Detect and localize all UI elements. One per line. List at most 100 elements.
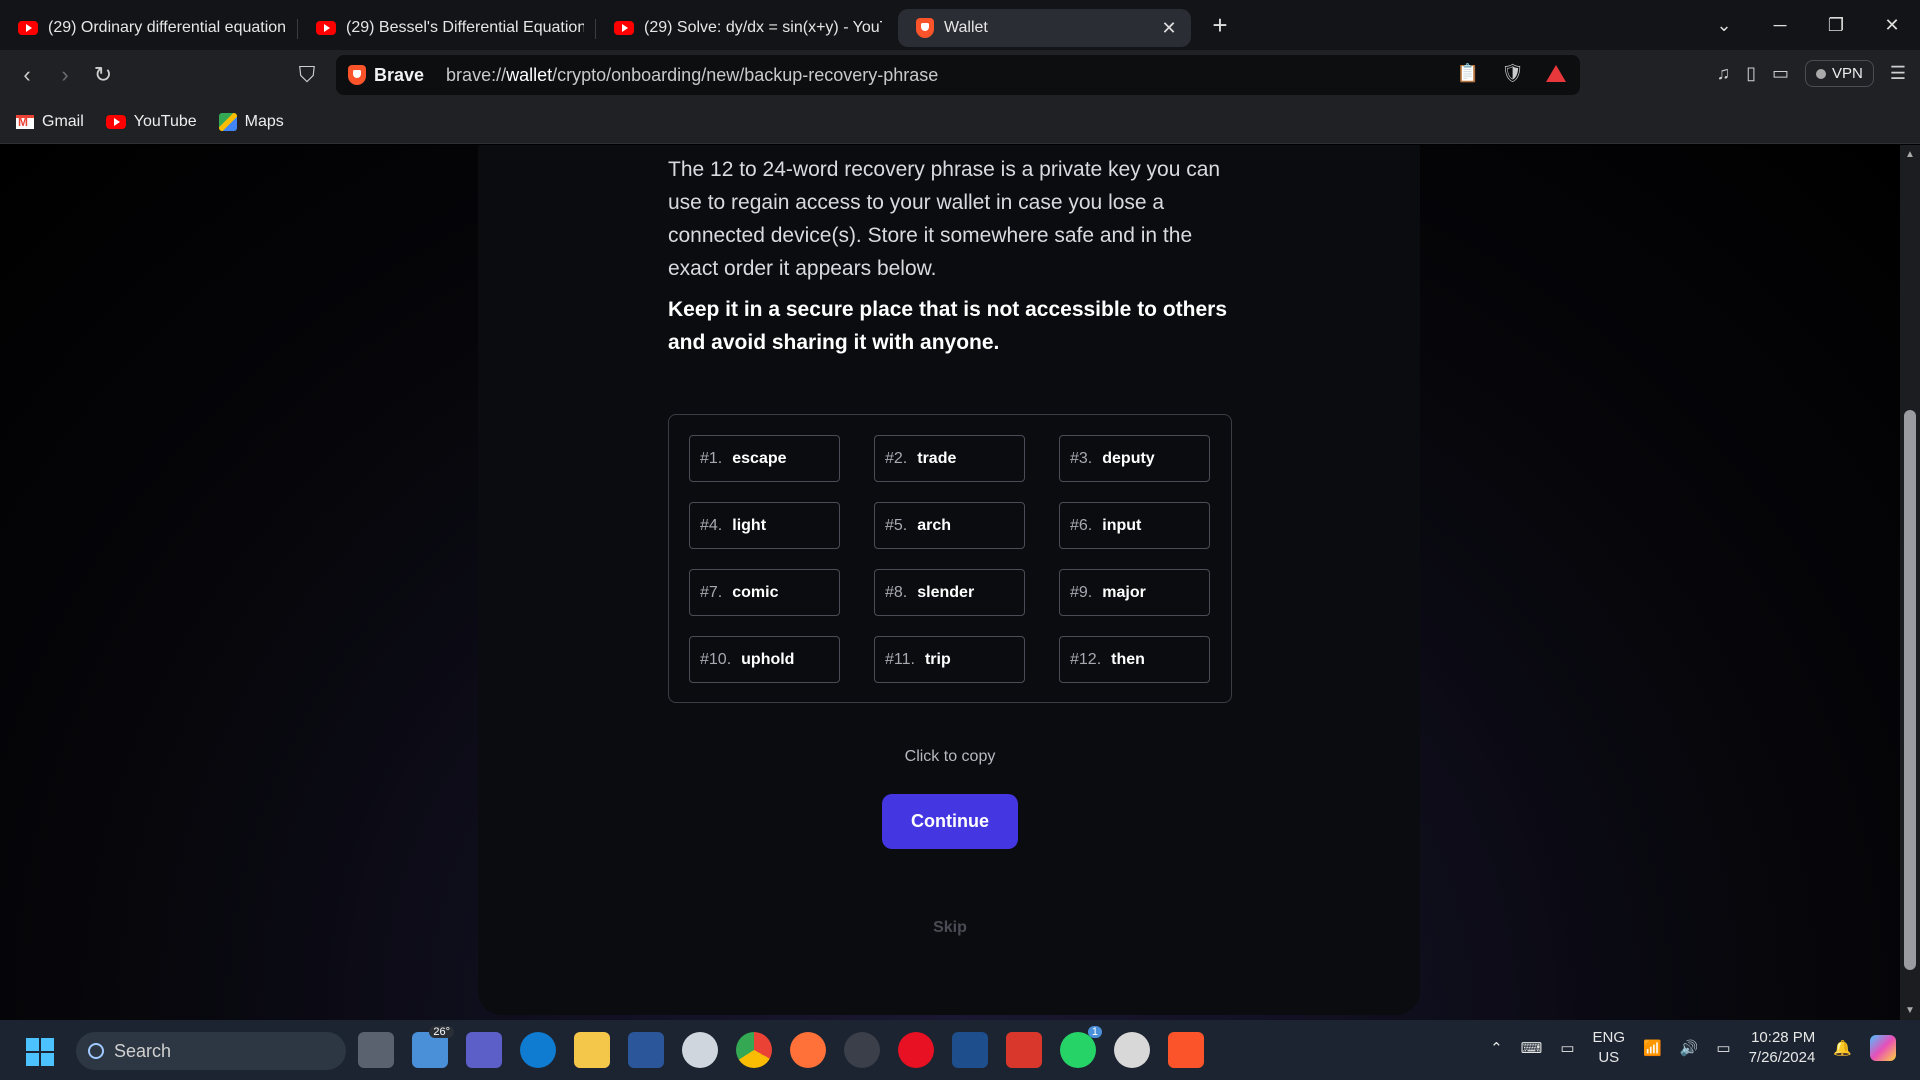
phrase-word: #10. uphold — [689, 636, 840, 683]
continue-button[interactable]: Continue — [882, 794, 1018, 849]
url-text[interactable]: brave://wallet/crypto/onboarding/new/bac… — [446, 65, 938, 86]
copilot-icon[interactable] — [1870, 1035, 1896, 1061]
tab-title: Wallet — [944, 19, 988, 36]
clipboard-icon[interactable]: 📋 — [1457, 63, 1479, 84]
youtube-icon — [18, 21, 38, 35]
recovery-description: The 12 to 24-word recovery phrase is a p… — [668, 158, 1221, 280]
taskbar: Search 26° 1 ⌃ ⌨ ▭ ENG US 📶 🔊 ▭ 10:28 PM… — [0, 1020, 1920, 1080]
skip-button[interactable]: Skip — [668, 919, 1232, 937]
recovery-phrase-grid[interactable]: #1. escape #2. trade #3. deputy #4. light #5… — [668, 414, 1232, 703]
security-warning: Keep it in a secure place that is not ac… — [668, 298, 1228, 354]
display-icon[interactable]: ▭ — [1560, 1039, 1574, 1057]
chevron-up-icon[interactable]: ⌃ — [1490, 1039, 1503, 1057]
obs-icon[interactable] — [844, 1032, 880, 1068]
tab-title: (29) Ordinary differential equation c — [48, 19, 286, 36]
tab-wallet[interactable]: Wallet ✕ — [898, 9, 1191, 47]
scroll-down-icon[interactable]: ▼ — [1905, 1005, 1915, 1016]
window-controls: ⌄ ─ ❐ ✕ — [1696, 0, 1920, 50]
phrase-word: #1. escape — [689, 435, 840, 482]
restore-button[interactable]: ❐ — [1808, 15, 1864, 36]
gmail-icon — [16, 114, 34, 129]
firefox-icon[interactable] — [790, 1032, 826, 1068]
phrase-word: #9. major — [1059, 569, 1210, 616]
chrome-icon[interactable] — [736, 1032, 772, 1068]
url-brand: Brave — [374, 64, 425, 85]
volume-icon[interactable]: 🔊 — [1680, 1039, 1699, 1057]
tab-title: (29) Solve: dy/dx = sin(x+y) - YouTu — [644, 19, 882, 36]
alarm-icon[interactable] — [1114, 1032, 1150, 1068]
sidebar-icon[interactable]: ▯ — [1746, 63, 1756, 84]
file-explorer-icon[interactable] — [574, 1032, 610, 1068]
rewards-icon[interactable] — [1546, 65, 1566, 82]
brave-shield-icon — [348, 65, 366, 85]
close-window-button[interactable]: ✕ — [1864, 15, 1920, 36]
language-indicator[interactable]: ENG US — [1593, 1028, 1626, 1068]
task-view-icon[interactable] — [358, 1032, 394, 1068]
wifi-icon[interactable]: 📶 — [1643, 1039, 1662, 1057]
taskbar-apps: 26° 1 — [358, 1026, 1204, 1068]
tab-strip: (29) Ordinary differential equation c (2… — [0, 0, 1920, 50]
youtube-icon — [614, 21, 634, 35]
word-icon[interactable] — [628, 1032, 664, 1068]
phrase-word: #2. trade — [874, 435, 1025, 482]
close-tab-icon[interactable]: ✕ — [1159, 18, 1179, 39]
weather-icon[interactable]: 26° — [412, 1026, 454, 1068]
search-icon — [88, 1043, 104, 1059]
bookmarks-bar: Gmail YouTube Maps — [0, 100, 1920, 144]
brave-icon — [916, 18, 934, 38]
media-icon[interactable]: ♫ — [1717, 63, 1731, 84]
minimize-button[interactable]: ─ — [1752, 15, 1808, 36]
notification-icon[interactable]: 🔔 — [1833, 1039, 1852, 1057]
power-app-icon[interactable] — [1006, 1032, 1042, 1068]
phrase-word: #4. light — [689, 502, 840, 549]
brave-taskbar-icon[interactable] — [1168, 1032, 1204, 1068]
youtube-icon — [316, 21, 336, 35]
wallet-icon[interactable]: ▭ — [1772, 63, 1789, 84]
bookmark-gmail[interactable]: Gmail — [16, 113, 84, 131]
phrase-word: #5. arch — [874, 502, 1025, 549]
clock-app-icon[interactable] — [682, 1032, 718, 1068]
vpn-button[interactable]: VPN — [1805, 60, 1874, 87]
bookmark-maps[interactable]: Maps — [218, 112, 284, 131]
phrase-word: #3. deputy — [1059, 435, 1210, 482]
address-bar[interactable]: Brave brave://wallet/crypto/onboarding/n… — [336, 55, 1580, 95]
phrase-word: #6. input — [1059, 502, 1210, 549]
scroll-up-icon[interactable]: ▲ — [1905, 149, 1915, 160]
phrase-word: #7. comic — [689, 569, 840, 616]
bookmark-icon[interactable]: ⛉ — [288, 62, 326, 88]
system-tray: ⌃ ⌨ ▭ ENG US 📶 🔊 ▭ 10:28 PM 7/26/2024 🔔 — [1490, 1028, 1896, 1068]
battery-icon[interactable]: ▭ — [1716, 1039, 1730, 1057]
tab-search-icon[interactable]: ⌄ — [1696, 15, 1752, 36]
shields-icon[interactable]: 🛡 — [1501, 63, 1524, 84]
start-button[interactable] — [26, 1038, 54, 1066]
tab-bessel[interactable]: (29) Bessel's Differential Equation - I — [298, 9, 596, 47]
taskbar-search[interactable]: Search — [76, 1032, 346, 1070]
teams-icon[interactable] — [466, 1032, 502, 1068]
forward-button[interactable]: › — [46, 62, 84, 88]
page-scrollbar[interactable]: ▲ ▼ — [1900, 145, 1920, 1020]
phrase-word: #8. slender — [874, 569, 1025, 616]
phrase-word: #12. then — [1059, 636, 1210, 683]
tab-ordinary-differential[interactable]: (29) Ordinary differential equation c — [0, 9, 298, 47]
clock[interactable]: 10:28 PM 7/26/2024 — [1749, 1028, 1816, 1068]
toolbar: ‹ › ↻ ⛉ Brave brave://wallet/crypto/onbo… — [0, 50, 1920, 100]
tab-title: (29) Bessel's Differential Equation - I — [346, 19, 584, 36]
opera-icon[interactable] — [898, 1032, 934, 1068]
scrollbar-thumb[interactable] — [1904, 410, 1916, 970]
maps-icon — [218, 112, 237, 131]
whatsapp-icon[interactable]: 1 — [1060, 1026, 1102, 1068]
tab-solve-dydx[interactable]: (29) Solve: dy/dx = sin(x+y) - YouTu — [596, 9, 894, 47]
bookmark-youtube[interactable]: YouTube — [105, 113, 197, 131]
click-to-copy-button[interactable]: Click to copy — [668, 748, 1232, 766]
new-tab-button[interactable]: + — [1205, 10, 1235, 41]
youtube-icon — [105, 114, 126, 129]
reload-button[interactable]: ↻ — [84, 62, 122, 88]
phrase-word: #11. trip — [874, 636, 1025, 683]
menu-icon[interactable]: ☰ — [1890, 63, 1906, 84]
edge-icon[interactable] — [520, 1032, 556, 1068]
dev-app-icon[interactable] — [952, 1032, 988, 1068]
vpn-status-icon — [1816, 68, 1827, 79]
page-viewport: The 12 to 24-word recovery phrase is a p… — [0, 145, 1900, 1020]
keyboard-icon[interactable]: ⌨ — [1521, 1039, 1543, 1057]
back-button[interactable]: ‹ — [8, 62, 46, 88]
